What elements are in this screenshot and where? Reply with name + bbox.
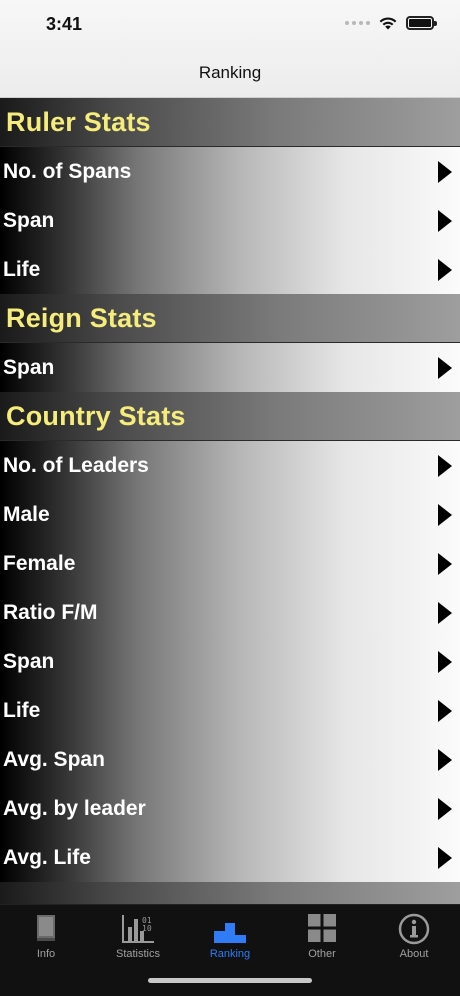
chevron-right-icon xyxy=(438,650,452,673)
section-header-reign-stats: Reign Stats xyxy=(0,294,460,343)
list-item-life[interactable]: Life xyxy=(0,245,460,294)
chevron-right-icon xyxy=(438,209,452,232)
book-icon xyxy=(37,915,55,941)
chevron-right-icon xyxy=(438,601,452,624)
list-item-no-of-spans[interactable]: No. of Spans xyxy=(0,147,460,196)
tab-info[interactable]: Info xyxy=(0,909,92,965)
section-header-ruler-stats: Ruler Stats xyxy=(0,98,460,147)
chevron-right-icon xyxy=(438,797,452,820)
list-item-reign-span[interactable]: Span xyxy=(0,343,460,392)
list-item-span[interactable]: Span xyxy=(0,196,460,245)
wifi-icon xyxy=(379,17,397,30)
chevron-right-icon xyxy=(438,356,452,379)
list-item-avg-life[interactable]: Avg. Life xyxy=(0,833,460,882)
list-item-no-of-leaders[interactable]: No. of Leaders xyxy=(0,441,460,490)
status-indicators xyxy=(345,16,437,30)
section-header-country-stats: Country Stats xyxy=(0,392,460,441)
list-item-avg-by-leader[interactable]: Avg. by leader xyxy=(0,784,460,833)
chevron-right-icon xyxy=(438,503,452,526)
chevron-right-icon xyxy=(438,258,452,281)
signal-dots-icon xyxy=(345,21,370,25)
ranking-list[interactable]: Ruler Stats No. of Spans Span Life Reign… xyxy=(0,98,460,904)
list-item-ratio-f-m[interactable]: Ratio F/M xyxy=(0,588,460,637)
list-item-male[interactable]: Male xyxy=(0,490,460,539)
home-indicator[interactable] xyxy=(148,978,312,983)
info-icon xyxy=(398,913,430,945)
ranking-icon xyxy=(214,923,246,943)
list-footer xyxy=(0,882,460,904)
top-bar: 3:41 Ranking xyxy=(0,0,460,98)
tab-ranking[interactable]: Ranking xyxy=(184,909,276,965)
tab-statistics[interactable]: 01 10 Statistics xyxy=(92,909,184,965)
chevron-right-icon xyxy=(438,552,452,575)
chevron-right-icon xyxy=(438,748,452,771)
tab-about[interactable]: About xyxy=(368,909,460,965)
battery-icon xyxy=(406,16,437,30)
svg-text:10: 10 xyxy=(142,924,152,933)
chevron-right-icon xyxy=(438,846,452,869)
chevron-right-icon xyxy=(438,454,452,477)
chevron-right-icon xyxy=(438,160,452,183)
list-item-avg-span[interactable]: Avg. Span xyxy=(0,735,460,784)
list-item-female[interactable]: Female xyxy=(0,539,460,588)
chevron-right-icon xyxy=(438,699,452,722)
status-time: 3:41 xyxy=(46,14,83,34)
list-item-country-life[interactable]: Life xyxy=(0,686,460,735)
grid-icon xyxy=(308,914,336,942)
page-title: Ranking xyxy=(198,63,262,82)
tab-other[interactable]: Other xyxy=(276,909,368,965)
statistics-icon: 01 10 xyxy=(122,915,154,943)
list-item-country-span[interactable]: Span xyxy=(0,637,460,686)
